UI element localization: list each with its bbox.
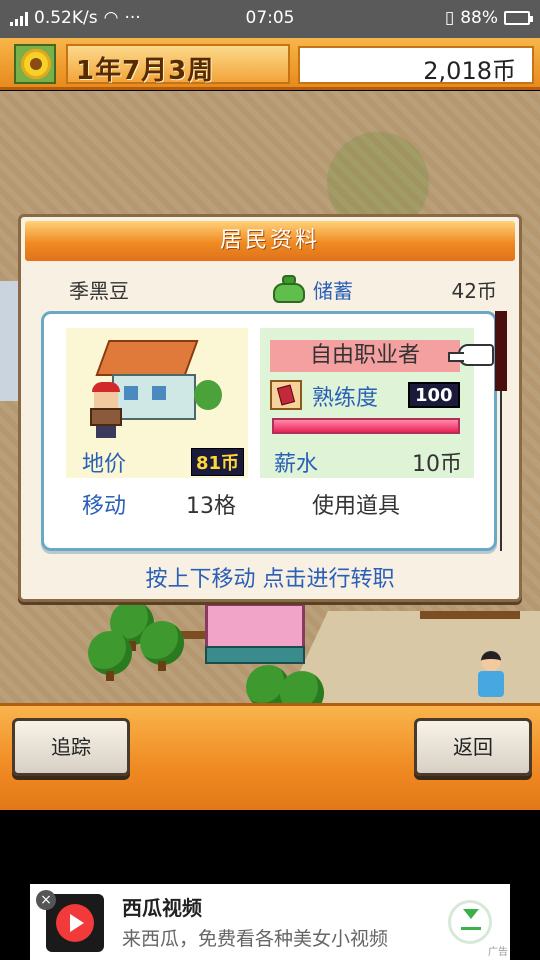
track-button[interactable]: 追踪 [12,718,130,776]
resident-name: 季黑豆 [69,279,129,303]
tree [140,621,184,671]
move-label: 移动 [82,494,127,519]
battery-percent: 88% [460,8,498,28]
book-icon [270,380,302,410]
move-row: 移动 13格 使用道具 [66,486,486,522]
ad-tag: 广告 [488,947,508,958]
skill-label: 熟练度 [312,386,379,411]
ad-title[interactable]: 西瓜视频 [122,892,202,921]
residence-portrait [66,328,248,444]
skill-progress-fill [274,420,458,432]
dialog-scrollbar[interactable] [495,311,507,551]
tree [88,631,132,681]
date-display: 1年7月3周 [66,44,290,86]
land-price-row: 地价 81币 [66,444,248,478]
back-button[interactable]: 返回 [414,718,532,776]
resident-summary: 季黑豆 储蓄 42币 [21,273,519,305]
dialog-title: 居民资料 [219,228,320,253]
bottom-bar: 追踪 返回 [0,703,540,810]
ad-description[interactable]: 来西瓜，免费看各种美女小视频 [122,924,388,951]
dialog-title-bar: 居民资料 [25,221,515,261]
date-text: 1年7月3周 [76,56,215,86]
fence [420,611,520,619]
clock: 07:05 [245,8,295,28]
job-name[interactable]: 自由职业者 [270,340,460,372]
resident-sprite[interactable] [478,651,504,701]
land-price-value: 81币 [190,448,244,476]
close-icon[interactable]: × [36,890,56,910]
coin-amount: 2,018币 [423,57,516,85]
ad-banner[interactable]: × 西瓜视频 来西瓜，免费看各种美女小视频 广告 [30,884,510,960]
salary-row: 薪水 10币 [260,444,474,478]
sunflower-icon[interactable] [14,44,56,84]
coin-display: 2,018币 [298,46,534,85]
resident-info-dialog: 居民资料 季黑豆 储蓄 42币 地价 81币 自由职业者 熟练度 100 薪水 … [18,214,522,602]
purse-icon [273,275,305,303]
savings-value: 42币 [451,279,497,303]
download-icon[interactable] [448,900,492,944]
resident-card[interactable]: 地价 81币 自由职业者 熟练度 100 薪水 10币 移动 13格 使用道具 [41,311,497,551]
resident-avatar [90,382,122,440]
skill-value: 100 [408,382,460,408]
savings-label: 储蓄 [313,279,353,303]
land-price-label: 地价 [82,452,127,477]
use-item-button[interactable]: 使用道具 [312,488,400,520]
battery-icon [504,11,533,25]
dialog-hint: 按上下移动 点击进行转职 [145,567,395,592]
scrollbar-thumb[interactable] [495,311,507,391]
vibrate-icon: ▯ [444,8,455,28]
skill-progress-bar [272,418,460,434]
shop-building[interactable] [205,603,305,664]
move-value: 13格 [186,494,236,519]
pointing-hand-icon [448,344,494,366]
game-header: 1年7月3周 2,018币 [0,38,540,90]
salary-label: 薪水 [274,452,319,477]
job-panel[interactable]: 自由职业者 熟练度 100 薪水 10币 [260,328,494,478]
salary-value: 10币 [412,452,462,477]
status-bar: 0.52K/s ◠ ··· 07:05 ▯ 88% [0,0,540,38]
